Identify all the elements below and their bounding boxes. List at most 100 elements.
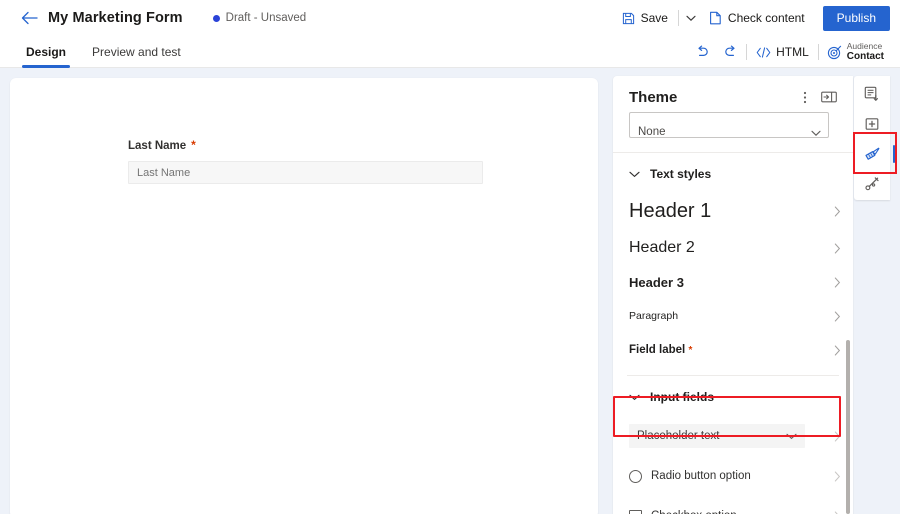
tab-design[interactable]: Design	[20, 36, 72, 68]
chevron-down-icon	[629, 394, 640, 401]
style-row-label: Paragraph	[629, 310, 834, 322]
chevron-right-icon	[834, 471, 841, 482]
section-label: Input fields	[650, 390, 714, 404]
rail-selection-indicator	[893, 145, 896, 163]
section-label: Text styles	[650, 167, 711, 181]
save-options-button[interactable]	[681, 5, 701, 31]
style-row-label: Radio button option	[651, 470, 825, 482]
theme-brush-button[interactable]	[858, 140, 886, 168]
save-button[interactable]: Save	[614, 5, 676, 31]
theme-brush-icon	[864, 146, 881, 162]
back-button[interactable]	[12, 3, 46, 33]
html-label: HTML	[776, 45, 809, 59]
chevron-down-icon	[786, 433, 797, 440]
tab-bar-actions: HTML Audience Contact	[688, 36, 890, 68]
theme-panel: Theme None	[613, 76, 853, 514]
form-card[interactable]: Last Name *	[10, 78, 598, 514]
style-row-header-2[interactable]: Header 2	[613, 231, 853, 265]
more-vertical-icon	[803, 90, 807, 105]
style-row-radio-button-option[interactable]: Radio button option	[613, 456, 853, 496]
document-check-icon	[709, 11, 722, 25]
style-row-label: Header 2	[629, 239, 834, 257]
style-row-label: Field label	[629, 344, 685, 356]
style-magic-button[interactable]	[858, 170, 886, 198]
style-row-label: Checkbox option	[651, 510, 825, 514]
last-name-input[interactable]	[128, 161, 483, 184]
html-button[interactable]: HTML	[749, 39, 816, 65]
divider	[678, 10, 679, 26]
divider	[613, 152, 853, 153]
theme-panel-collapse-button[interactable]	[817, 85, 841, 109]
section-header-text-styles[interactable]: Text styles	[613, 157, 853, 191]
save-disk-icon	[622, 12, 635, 25]
target-audience-icon	[827, 45, 842, 60]
chevron-right-icon	[834, 277, 841, 288]
arrow-left-icon	[21, 11, 38, 25]
theme-select-wrapper: None	[613, 112, 853, 138]
redo-button[interactable]	[716, 39, 744, 65]
style-row-header-1[interactable]: Header 1	[613, 191, 853, 231]
right-icon-rail	[854, 76, 890, 200]
form-properties-button[interactable]	[858, 80, 886, 108]
status-dot-icon	[213, 15, 220, 22]
save-label: Save	[641, 11, 668, 25]
chevron-down-icon	[629, 171, 640, 178]
redo-arrow-icon	[723, 45, 738, 59]
placeholder-text-dropdown[interactable]: Placeholder text	[629, 424, 805, 448]
style-row-field-label[interactable]: Field label *	[613, 333, 853, 367]
check-content-button[interactable]: Check content	[701, 5, 813, 31]
tab-list: Design Preview and test	[20, 36, 187, 68]
form-designer-app: My Marketing Form Draft - Unsaved Save	[0, 0, 900, 514]
divider	[818, 44, 819, 60]
chevron-right-icon	[834, 511, 841, 514]
chevron-down-icon	[811, 124, 821, 138]
top-command-bar: My Marketing Form Draft - Unsaved Save	[0, 0, 900, 36]
style-row-label-group: Field label *	[629, 344, 834, 356]
style-row-checkbox-option[interactable]: Checkbox option	[613, 496, 853, 514]
style-row-label: Header 3	[629, 275, 834, 290]
add-element-button[interactable]	[858, 110, 886, 138]
style-row-header-3[interactable]: Header 3	[613, 265, 853, 299]
audience-line1: Audience	[847, 42, 884, 52]
audience-button[interactable]: Audience Contact	[821, 38, 890, 66]
add-element-icon	[864, 116, 880, 132]
radio-button-icon	[629, 470, 642, 483]
code-brackets-icon	[756, 47, 771, 58]
chevron-down-icon	[686, 15, 696, 22]
theme-panel-title: Theme	[629, 89, 793, 106]
required-marker: *	[191, 138, 196, 152]
status-text: Draft - Unsaved	[226, 12, 307, 24]
form-canvas-area: Last Name *	[0, 68, 612, 514]
placeholder-text-value: Placeholder text	[637, 430, 719, 442]
undo-button[interactable]	[688, 39, 716, 65]
chevron-right-icon	[834, 311, 841, 322]
audience-line2: Contact	[847, 51, 884, 62]
theme-panel-more-button[interactable]	[793, 85, 817, 109]
field-label-last-name: Last Name *	[128, 138, 598, 152]
required-marker: *	[688, 345, 692, 356]
theme-select[interactable]: None	[629, 112, 829, 138]
chevron-right-icon	[834, 206, 841, 217]
audience-label-group: Audience Contact	[847, 42, 884, 63]
checkbox-icon	[629, 510, 642, 514]
style-magic-icon	[864, 176, 880, 192]
top-command-actions: Save Check content Publish	[614, 0, 890, 36]
status-badge: Draft - Unsaved	[213, 12, 307, 24]
panel-collapse-icon	[821, 91, 837, 103]
tab-bar: Design Preview and test	[0, 36, 900, 68]
chevron-right-icon	[834, 243, 841, 254]
style-row-label: Header 1	[629, 200, 834, 223]
divider	[746, 44, 747, 60]
divider	[627, 375, 839, 376]
chevron-right-icon	[805, 431, 841, 442]
section-header-input-fields[interactable]: Input fields	[613, 380, 853, 414]
chevron-right-icon	[834, 345, 841, 356]
theme-panel-scrollbar[interactable]	[846, 340, 850, 514]
field-label-text: Last Name	[128, 140, 186, 152]
publish-button[interactable]: Publish	[823, 6, 890, 31]
tab-preview-and-test[interactable]: Preview and test	[86, 36, 187, 68]
form-properties-icon	[864, 86, 880, 102]
style-row-paragraph[interactable]: Paragraph	[613, 299, 853, 333]
style-row-placeholder-text[interactable]: Placeholder text	[613, 416, 853, 456]
theme-select-value: None	[638, 126, 666, 138]
